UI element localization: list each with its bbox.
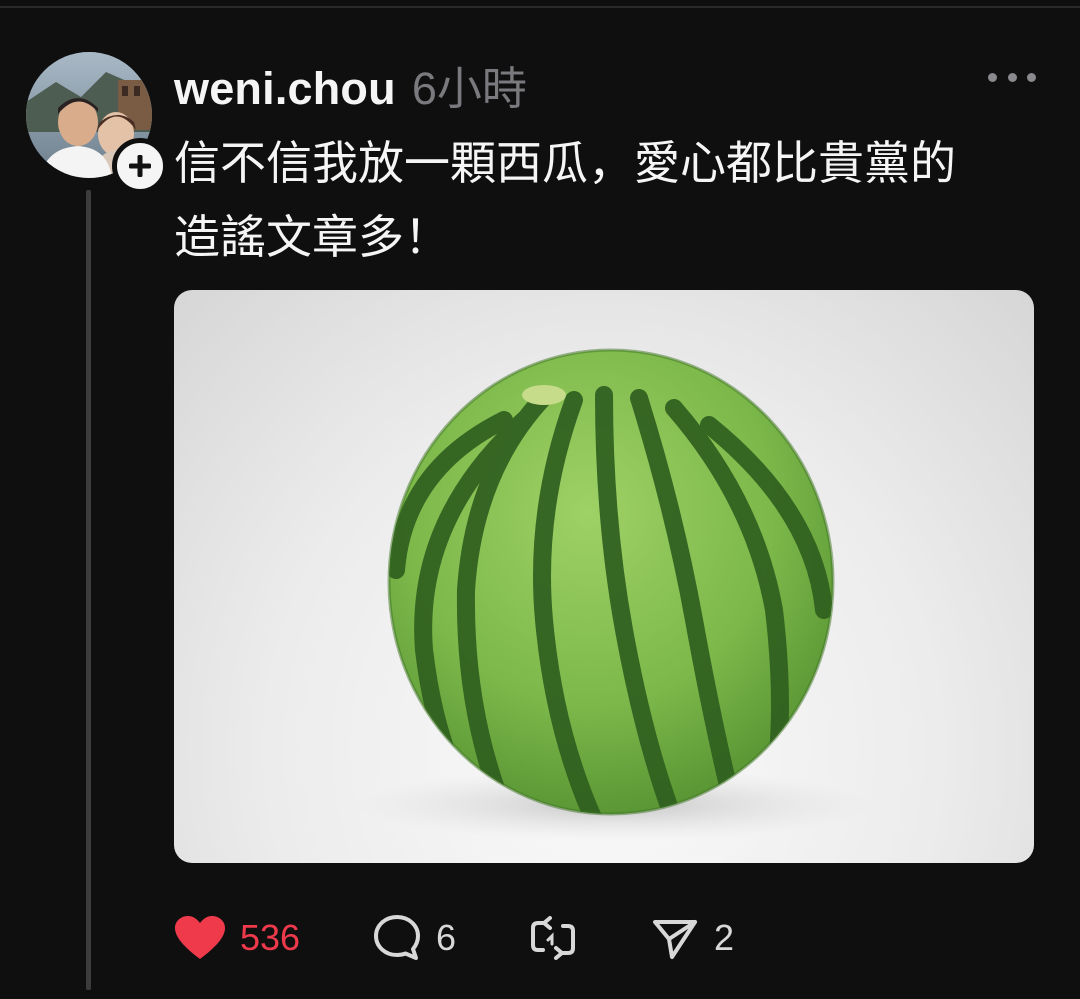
post-image[interactable] (174, 290, 1034, 863)
repost-icon (531, 916, 575, 960)
heart-filled-icon (175, 916, 225, 959)
comment-bubble-icon (374, 915, 420, 960)
timestamp[interactable]: 6小時 (412, 52, 527, 117)
more-options-button[interactable] (988, 70, 1036, 84)
thread-line (86, 190, 91, 990)
repost-button[interactable] (528, 908, 592, 968)
post-text: 信不信我放一顆西瓜，愛心都比貴黨的 造謠文章多！ (174, 136, 956, 264)
share-button[interactable]: 2 (650, 908, 734, 968)
follow-button[interactable] (112, 138, 168, 194)
more-horizontal-icon (988, 72, 997, 82)
watermelon-image (354, 348, 874, 841)
threads-post: weni.chou 6小時 信不信我放一顆西瓜，愛心都比貴黨的 造謠文章多！ 5… (0, 0, 1080, 999)
plus-icon (129, 155, 151, 177)
reply-button[interactable]: 6 (372, 908, 456, 968)
post-actions: 536 6 2 (174, 908, 874, 968)
avatar-container[interactable] (26, 52, 168, 194)
share-count: 2 (714, 917, 735, 958)
username[interactable]: weni.chou (174, 63, 396, 115)
like-button[interactable]: 536 (174, 908, 300, 968)
send-icon (653, 920, 697, 959)
like-count: 536 (240, 917, 301, 958)
reply-count: 6 (436, 917, 457, 958)
top-divider (0, 6, 1080, 8)
post-header: weni.chou 6小時 (174, 52, 527, 115)
